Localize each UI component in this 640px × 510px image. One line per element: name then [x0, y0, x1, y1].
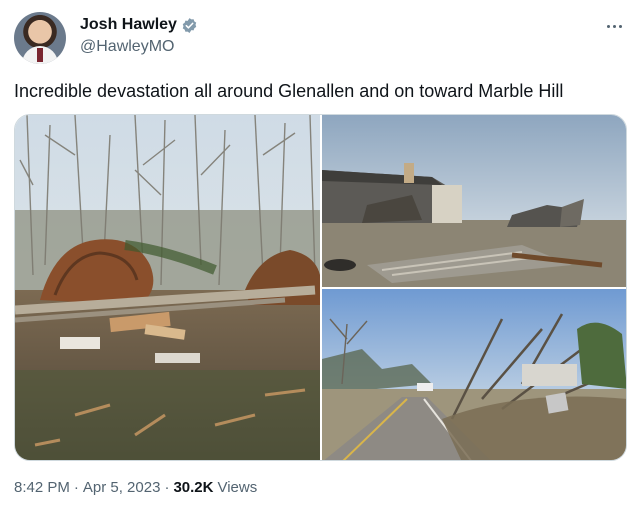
avatar[interactable]	[14, 12, 66, 64]
media-grid	[14, 114, 627, 461]
photo-uprooted-tree[interactable]	[15, 115, 320, 460]
photo-collapsed-building[interactable]	[322, 115, 626, 287]
separator: ·	[73, 479, 79, 496]
views-count: 30.2K	[173, 479, 214, 496]
photo-road-debris[interactable]	[322, 289, 626, 460]
tweet-text: Incredible devastation all around Glenal…	[14, 81, 564, 101]
tweet-header: Josh Hawley @HawleyMO	[14, 12, 626, 66]
separator: ·	[164, 479, 170, 496]
tweet-time[interactable]: 8:42 PM	[14, 479, 70, 496]
handle[interactable]: @HawleyMO	[80, 38, 198, 56]
author-names: Josh Hawley @HawleyMO	[80, 16, 198, 56]
more-options-icon[interactable]	[602, 14, 626, 38]
display-name[interactable]: Josh Hawley	[80, 16, 177, 34]
tweet-meta: 8:42 PM · Apr 5, 2023 · 30.2K Views	[14, 479, 257, 496]
views-label: Views	[217, 479, 258, 496]
tweet-date[interactable]: Apr 5, 2023	[83, 479, 161, 496]
verified-badge-icon	[182, 17, 197, 33]
